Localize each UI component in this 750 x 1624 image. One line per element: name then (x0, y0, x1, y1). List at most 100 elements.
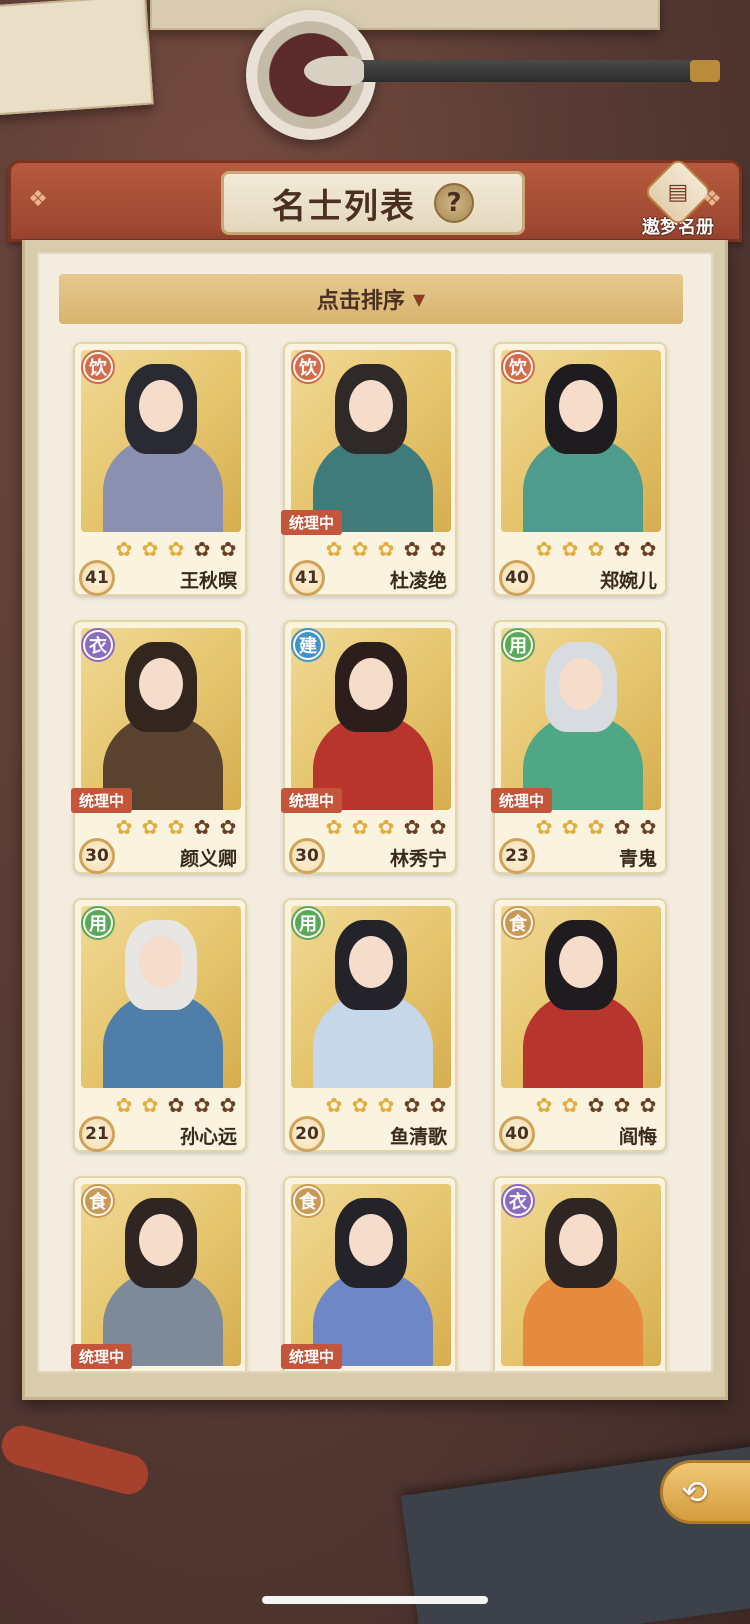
portrait-face (559, 1214, 603, 1266)
star-filled-icon: ✿ (325, 1093, 343, 1117)
character-card[interactable]: 用 ✿ ✿ ✿ ✿ ✿ 20 鱼清歌 (283, 898, 457, 1152)
status-tag: 统理中 (281, 788, 343, 813)
paper-top-decoration (150, 0, 660, 30)
portrait-face (349, 380, 393, 432)
level-badge: 30 (79, 838, 115, 874)
home-indicator[interactable] (262, 1596, 488, 1604)
status-tag: 统理中 (71, 788, 133, 813)
star-filled-icon: ✿ (141, 537, 159, 561)
star-rating: ✿ ✿ ✿ ✿ ✿ (323, 1094, 449, 1116)
category-badge: 食 (81, 1184, 115, 1218)
category-label: 食 (505, 910, 531, 936)
level-badge: 23 (499, 838, 535, 874)
star-rating: ✿ ✿ ✿ ✿ ✿ (113, 1094, 239, 1116)
category-label: 建 (295, 632, 321, 658)
roster-panel: ❖ 名士列表 ? ▤ 遨梦名册 ❖ 点击排序 ▼ 饮 ✿ ✿ ✿ ✿ ✿ 41 王秋暝饮统理中… (8, 156, 742, 1400)
category-label: 食 (295, 1188, 321, 1214)
character-card[interactable]: 食统理中 (71, 1176, 247, 1371)
star-rating: ✿ ✿ ✿ ✿ ✿ (533, 816, 659, 838)
level-badge: 40 (499, 560, 535, 596)
star-empty-icon: ✿ (639, 537, 657, 561)
character-card[interactable]: 衣 (493, 1176, 667, 1371)
star-empty-icon: ✿ (193, 1093, 211, 1117)
level-badge: 30 (289, 838, 325, 874)
star-empty-icon: ✿ (613, 537, 631, 561)
star-empty-icon: ✿ (639, 1093, 657, 1117)
back-button[interactable]: ⟲ (660, 1460, 750, 1524)
panel-body: 点击排序 ▼ 饮 ✿ ✿ ✿ ✿ ✿ 41 王秋暝饮统理中 ✿ ✿ ✿ ✿ ✿ 41 杜凌绝饮 ✿ ✿ ✿ ✿ ✿ 40… (22, 240, 728, 1400)
level-badge: 41 (289, 560, 325, 596)
character-name: 郑婉儿 (599, 570, 657, 592)
character-card[interactable]: 衣统理中 ✿ ✿ ✿ ✿ ✿ 30 颜义卿 (71, 620, 247, 874)
portrait-face (349, 1214, 393, 1266)
star-rating: ✿ ✿ ✿ ✿ ✿ (533, 538, 659, 560)
star-empty-icon: ✿ (639, 815, 657, 839)
star-rating: ✿ ✿ ✿ ✿ ✿ (113, 538, 239, 560)
ornament-right-icon: ❖ (702, 187, 722, 212)
star-empty-icon: ✿ (167, 1093, 185, 1117)
star-filled-icon: ✿ (561, 815, 579, 839)
character-name: 林秀宁 (389, 848, 447, 870)
star-filled-icon: ✿ (115, 815, 133, 839)
page-title: 名士列表 (272, 186, 416, 227)
sort-label: 点击排序 (316, 289, 405, 314)
ornament-left-icon: ❖ (28, 187, 48, 212)
character-grid: 饮 ✿ ✿ ✿ ✿ ✿ 41 王秋暝饮统理中 ✿ ✿ ✿ ✿ ✿ 41 杜凌绝饮 ✿ ✿ ✿ ✿ ✿ 40 郑婉儿衣统理中… (71, 342, 667, 1371)
character-name: 阎悔 (618, 1126, 657, 1148)
back-arrow-icon: ⟲ (681, 1473, 708, 1511)
star-filled-icon: ✿ (141, 1093, 159, 1117)
category-label: 衣 (505, 1188, 531, 1214)
sort-button[interactable]: 点击排序 ▼ (59, 274, 683, 324)
star-filled-icon: ✿ (325, 537, 343, 561)
character-name: 鱼清歌 (389, 1126, 447, 1148)
star-filled-icon: ✿ (141, 815, 159, 839)
character-card[interactable]: 饮统理中 ✿ ✿ ✿ ✿ ✿ 41 杜凌绝 (281, 342, 457, 596)
category-badge: 用 (81, 906, 115, 940)
status-tag: 统理中 (491, 788, 553, 813)
portrait-face (139, 1214, 183, 1266)
caret-down-icon: ▼ (412, 289, 426, 309)
star-empty-icon: ✿ (219, 815, 237, 839)
star-filled-icon: ✿ (351, 537, 369, 561)
portrait-face (139, 658, 183, 710)
category-badge: 用 (501, 628, 535, 662)
star-filled-icon: ✿ (351, 815, 369, 839)
star-filled-icon: ✿ (377, 815, 395, 839)
star-empty-icon: ✿ (429, 1093, 447, 1117)
character-card[interactable]: 饮 ✿ ✿ ✿ ✿ ✿ 40 郑婉儿 (493, 342, 667, 596)
character-card[interactable]: 用统理中 ✿ ✿ ✿ ✿ ✿ 23 青鬼 (491, 620, 667, 874)
card-list-area[interactable]: 点击排序 ▼ 饮 ✿ ✿ ✿ ✿ ✿ 41 王秋暝饮统理中 ✿ ✿ ✿ ✿ ✿ 41 杜凌绝饮 ✿ ✿ ✿ ✿ ✿ 40… (37, 252, 713, 1373)
star-filled-icon: ✿ (377, 537, 395, 561)
character-card[interactable]: 食 ✿ ✿ ✿ ✿ ✿ 40 阎悔 (493, 898, 667, 1152)
category-badge: 用 (291, 906, 325, 940)
star-filled-icon: ✿ (535, 815, 553, 839)
portrait-face (559, 936, 603, 988)
category-badge: 衣 (501, 1184, 535, 1218)
character-card[interactable]: 用 ✿ ✿ ✿ ✿ ✿ 21 孙心远 (73, 898, 247, 1152)
star-empty-icon: ✿ (403, 1093, 421, 1117)
portrait-face (349, 658, 393, 710)
character-card[interactable]: 饮 ✿ ✿ ✿ ✿ ✿ 41 王秋暝 (73, 342, 247, 596)
character-card[interactable]: 建统理中 ✿ ✿ ✿ ✿ ✿ 30 林秀宁 (281, 620, 457, 874)
level-badge: 41 (79, 560, 115, 596)
star-empty-icon: ✿ (403, 537, 421, 561)
level-badge: 20 (289, 1116, 325, 1152)
character-name: 颜义卿 (179, 848, 237, 870)
character-card[interactable]: 食统理中 (281, 1176, 457, 1371)
star-empty-icon: ✿ (429, 537, 447, 561)
star-filled-icon: ✿ (561, 537, 579, 561)
category-badge: 食 (501, 906, 535, 940)
character-name: 孙心远 (179, 1126, 237, 1148)
status-tag: 统理中 (281, 1344, 343, 1369)
portrait-face (139, 380, 183, 432)
help-button[interactable]: ? (434, 183, 474, 223)
panel-header: ❖ 名士列表 ? ▤ 遨梦名册 ❖ (8, 156, 742, 242)
category-label: 用 (505, 632, 531, 658)
portrait-face (349, 936, 393, 988)
category-badge: 饮 (501, 350, 535, 384)
category-label: 用 (85, 910, 111, 936)
star-empty-icon: ✿ (193, 815, 211, 839)
title-plaque: 名士列表 ? (221, 171, 525, 235)
star-filled-icon: ✿ (377, 1093, 395, 1117)
star-filled-icon: ✿ (115, 537, 133, 561)
